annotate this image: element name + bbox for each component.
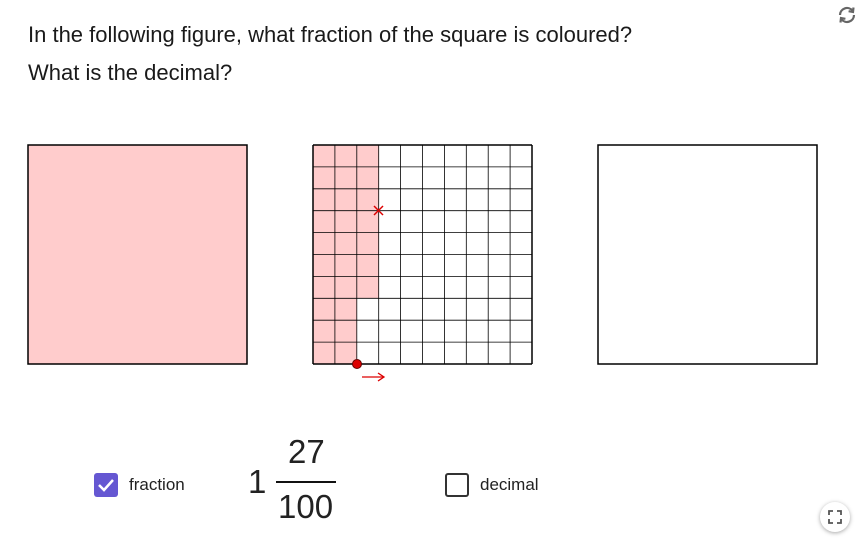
shaded-cell (356, 232, 379, 255)
fraction-bar (276, 481, 336, 483)
mixed-numerator: 27 (288, 433, 325, 470)
shaded-cell (334, 298, 357, 321)
shaded-cell (334, 145, 357, 167)
shaded-cell (334, 320, 357, 343)
shaded-cell (356, 145, 379, 167)
shaded-cell (313, 145, 335, 167)
right-arrow-icon (362, 372, 386, 382)
shaded-cell (334, 276, 357, 299)
empty-square (597, 144, 818, 365)
hundred-grid (312, 144, 533, 365)
mixed-whole: 1 (248, 463, 267, 500)
fraction-checkbox[interactable] (94, 473, 118, 497)
fraction-label: fraction (129, 475, 185, 494)
figure-canvas (27, 144, 818, 382)
shaded-cell (356, 166, 379, 189)
shaded-cell (313, 320, 335, 343)
shaded-cell (334, 166, 357, 189)
shaded-cell (356, 276, 379, 299)
shaded-cell (313, 166, 335, 189)
shaded-cell (313, 210, 335, 233)
decimal-toggle[interactable]: decimal (445, 473, 539, 497)
point-dot[interactable] (352, 359, 362, 369)
shaded-cell (313, 188, 335, 211)
shaded-cell (334, 254, 357, 277)
mixed-number: 1 27 100 (248, 433, 348, 528)
fraction-toggle[interactable]: fraction (94, 473, 185, 497)
shaded-cell (334, 188, 357, 211)
decimal-checkbox[interactable] (445, 473, 469, 497)
shaded-cell (313, 232, 335, 255)
shaded-cell (334, 210, 357, 233)
shaded-cell (313, 342, 335, 364)
shaded-cell (313, 298, 335, 321)
shaded-cell (334, 232, 357, 255)
shaded-cell (313, 276, 335, 299)
shaded-cell (356, 254, 379, 277)
whole-square (27, 144, 248, 365)
mixed-denominator: 100 (278, 488, 334, 525)
shaded-cell (313, 254, 335, 277)
checkmark-icon (98, 479, 114, 492)
fullscreen-icon[interactable] (820, 502, 850, 532)
decimal-label: decimal (480, 475, 539, 494)
